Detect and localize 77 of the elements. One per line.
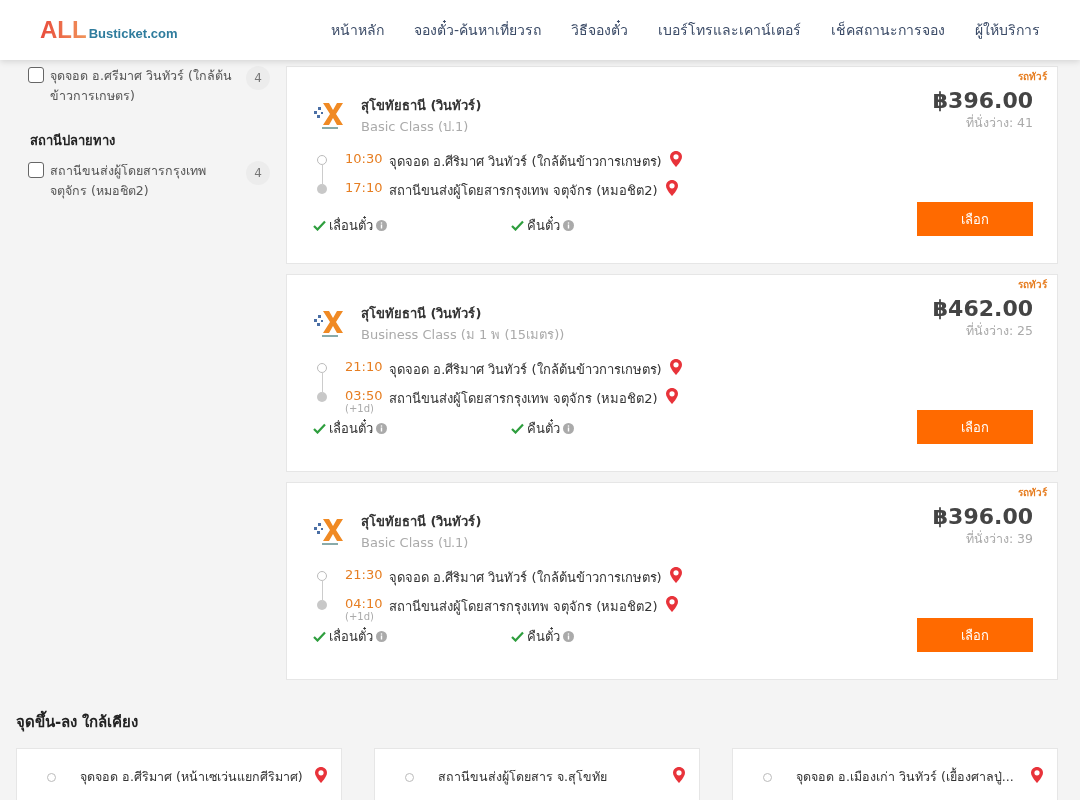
operator-logo-icon [313, 517, 345, 547]
timeline-dot [317, 363, 327, 373]
day-offset: (+1d) [345, 403, 375, 414]
bus-type-tag: รถทัวร์ [1018, 277, 1047, 292]
nearby-point-card[interactable]: สถานีขนส่งผู้โดยสาร จ.สุโขทัย [374, 748, 700, 800]
option-count: 4 [246, 161, 270, 185]
info-icon[interactable] [563, 220, 574, 231]
nav-link[interactable]: หน้าหลัก [330, 19, 384, 41]
feature-label: เลื่อนตั๋ว [329, 215, 373, 235]
map-pin-icon[interactable] [315, 767, 327, 784]
stop-place: จุดจอด อ.ศีริมาศ วินทัวร์ (ใกล้ต้นข้าวการเกษตร) [389, 569, 662, 588]
stop-place: สถานีขนส่งผู้โดยสารกรุงเทพ จตุจักร (หมอชิต2) [389, 598, 658, 617]
info-icon[interactable] [376, 423, 387, 434]
nearby-point-card[interactable]: จุดจอด อ.ศีริมาศ (หน้าเซเว่นแยกศีริมาศ) [16, 748, 342, 800]
stop-place: สถานีขนส่งผู้โดยสารกรุงเทพ จตุจักร (หมอชิต2) [389, 182, 658, 201]
bus-type-tag: รถทัวร์ [1018, 485, 1047, 500]
filter-option-label[interactable]: จุดจอด อ.ศรีมาศ วินทัวร์ (ใกล้ต้นข้าวการเกษตร) [50, 66, 240, 106]
nav-link[interactable]: วิธีจองตั๋ว [571, 19, 628, 41]
feature-label: เลื่อนตั๋ว [329, 418, 373, 438]
nav-link[interactable]: ผู้ให้บริการ [975, 19, 1040, 41]
checkbox[interactable] [28, 162, 44, 178]
timeline-dot [317, 155, 327, 165]
map-pin-icon[interactable] [669, 359, 682, 376]
stop-time: 04:10 [345, 596, 381, 611]
nav-link[interactable]: จองตั๋ว-ค้นหาเที่ยวรถ [413, 19, 541, 41]
point-name: จุดจอด อ.เมืองเก่า วินทัวร์ (เยื้องศาลปู่... [796, 767, 1015, 787]
point-name: สถานีขนส่งผู้โดยสาร จ.สุโขทัย [438, 768, 608, 787]
operator-logo-icon [313, 309, 345, 339]
nav-link[interactable]: เบอร์โทรและเคาน์เตอร์ [658, 19, 801, 41]
info-icon[interactable] [563, 423, 574, 434]
stop-time: 21:10 [345, 359, 381, 374]
map-pin-icon[interactable] [669, 151, 682, 168]
filter-option-label[interactable]: สถานีขนส่งผู้โดยสารกรุงเทพ จตุจักร (หมอชิต2) [50, 161, 240, 201]
price: ฿462.00 [932, 296, 1033, 321]
seats-available: ที่นั่งว่าง: 41 [965, 113, 1033, 132]
stop-time: 10:30 [345, 151, 381, 166]
map-pin-icon[interactable] [1031, 767, 1043, 784]
feature-label: คืนตั๋ว [527, 626, 560, 646]
section-title: จุดขึ้น-ลง ใกล้เคียง [16, 710, 1064, 734]
price: ฿396.00 [932, 504, 1033, 529]
map-pin-icon[interactable] [665, 180, 678, 197]
stop-place: จุดจอด อ.ศีริมาศ วินทัวร์ (ใกล้ต้นข้าวการเกษตร) [389, 361, 662, 380]
operator-name: สุโขทัยธานี (วินทัวร์) [361, 305, 483, 324]
map-pin-icon[interactable] [673, 767, 685, 784]
operator-name: สุโขทัยธานี (วินทัวร์) [361, 97, 482, 116]
bus-class: Basic Class (ป.1) [361, 534, 470, 552]
seats-available: ที่นั่งว่าง: 25 [965, 321, 1033, 340]
feature-label: เลื่อนตั๋ว [329, 626, 373, 646]
operator-logo-icon [313, 101, 345, 131]
price: ฿396.00 [932, 88, 1033, 113]
bus-class: Business Class (ม 1 พ (15เมตร)) [361, 326, 565, 344]
seats-available: ที่นั่งว่าง: 39 [965, 529, 1033, 548]
timeline-dot [317, 571, 327, 581]
stop-time: 17:10 [345, 180, 381, 195]
feature-label: คืนตั๋ว [527, 215, 560, 235]
feature-label: คืนตั๋ว [527, 418, 560, 438]
bus-class: Basic Class (ป.1) [361, 118, 470, 136]
bus-type-tag: รถทัวร์ [1018, 69, 1047, 84]
map-pin-icon[interactable] [665, 596, 678, 613]
nav-link[interactable]: เช็คสถานะการจอง [831, 19, 945, 41]
day-offset: (+1d) [345, 611, 375, 622]
point-name: จุดจอด อ.ศีริมาศ (หน้าเซเว่นแยกศีริมาศ) [80, 768, 304, 787]
stop-place: สถานีขนส่งผู้โดยสารกรุงเทพ จตุจักร (หมอชิต2) [389, 390, 658, 409]
nearby-point-card[interactable]: จุดจอด อ.เมืองเก่า วินทัวร์ (เยื้องศาลปู่... [732, 748, 1058, 800]
stop-place: จุดจอด อ.ศีริมาศ วินทัวร์ (ใกล้ต้นข้าวการเกษตร) [389, 153, 662, 172]
checkbox[interactable] [28, 67, 44, 83]
map-pin-icon[interactable] [665, 388, 678, 405]
stop-time: 21:30 [345, 567, 381, 582]
option-count: 4 [246, 66, 270, 90]
filter-heading: สถานีปลายทาง [30, 132, 116, 150]
operator-name: สุโขทัยธานี (วินทัวร์) [361, 513, 482, 532]
info-icon[interactable] [376, 631, 387, 642]
info-icon[interactable] [376, 220, 387, 231]
info-icon[interactable] [563, 631, 574, 642]
site-logo[interactable]: ALL Busticket.com [40, 16, 178, 44]
map-pin-icon[interactable] [669, 567, 682, 584]
stop-time: 03:50 [345, 388, 381, 403]
